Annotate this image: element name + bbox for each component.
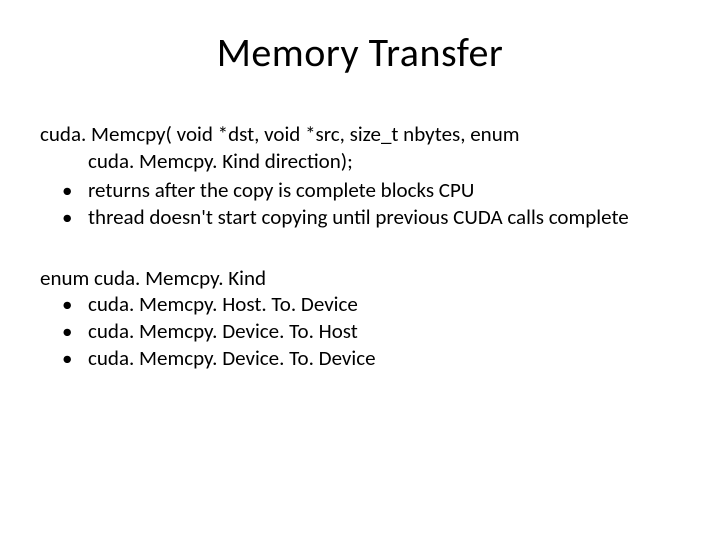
bullet-list-2: cuda. Memcpy. Host. To. Device cuda. Mem…	[40, 291, 680, 372]
bullet-list-1: returns after the copy is complete block…	[40, 177, 680, 231]
signature-line-2: cuda. Memcpy. Kind direction);	[88, 148, 680, 175]
list-item: thread doesn't start copying until previ…	[40, 204, 680, 231]
list-item: returns after the copy is complete block…	[40, 177, 680, 204]
list-item: cuda. Memcpy. Host. To. Device	[40, 291, 680, 318]
list-item: cuda. Memcpy. Device. To. Host	[40, 318, 680, 345]
signature-line-1: cuda. Memcpy( void *dst, void *src, size…	[40, 121, 680, 148]
enum-block: enum cuda. Memcpy. Kind cuda. Memcpy. Ho…	[40, 265, 680, 373]
signature-block: cuda. Memcpy( void *dst, void *src, size…	[40, 121, 680, 175]
enum-heading: enum cuda. Memcpy. Kind	[40, 265, 680, 292]
list-item: cuda. Memcpy. Device. To. Device	[40, 345, 680, 372]
slide-body: cuda. Memcpy( void *dst, void *src, size…	[40, 121, 680, 372]
slide-title: Memory Transfer	[40, 28, 680, 77]
